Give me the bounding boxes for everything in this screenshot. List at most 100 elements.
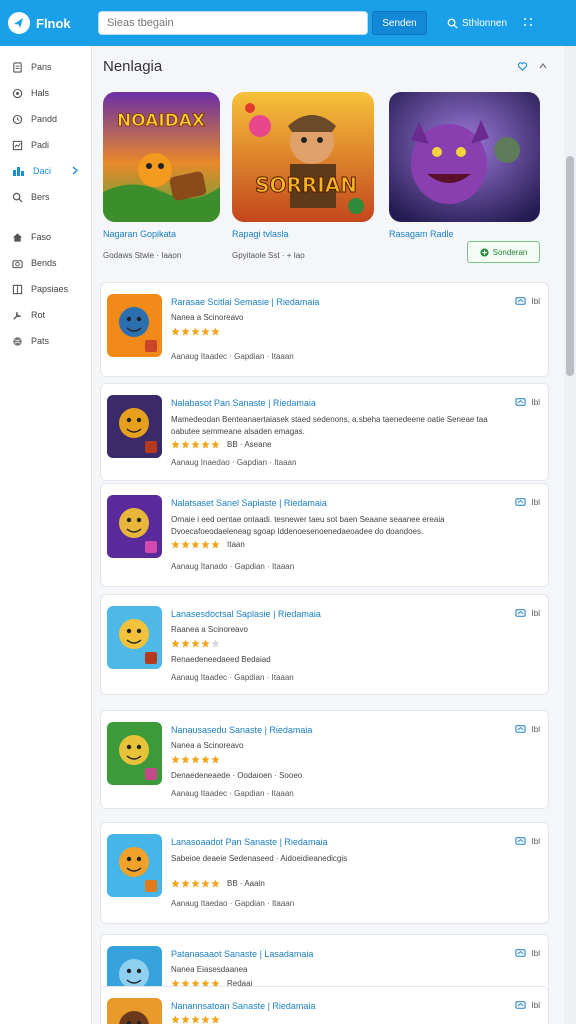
share-icon[interactable] [514, 497, 526, 507]
item-count: Ibl [531, 724, 540, 734]
app-title[interactable]: Nanausasedu Sanaste | Riedamaia [171, 725, 312, 735]
section-title: Nenlagia [103, 58, 163, 75]
card-actions: Ibl [514, 296, 540, 306]
star-rating: BB · Aseane [171, 440, 271, 449]
app-thumbnail[interactable] [107, 495, 162, 558]
app-thumbnail[interactable] [107, 395, 162, 458]
app-thumbnail[interactable] [107, 834, 162, 897]
list-item[interactable]: Lanasesdoctsal Saplasie | Riedamaia Raane… [100, 594, 549, 695]
featured-app-2[interactable]: SORRIAN Rapagi tvlasla Gpyitaole Sst · +… [232, 92, 374, 260]
star-icon [201, 540, 210, 549]
app-footer-meta: Aanaug Itaadec · Gapdian · Itaaan [171, 352, 294, 361]
star-icon [191, 540, 200, 549]
search-icon [12, 192, 23, 203]
list-item[interactable]: Rarasae Scitlai Semasie | Riedamaia Nanea… [100, 282, 549, 377]
featured-art: NOAIDAX [103, 92, 220, 222]
featured-app-1[interactable]: NOAIDAX Nagaran Gopikata Godaws Stwie · … [103, 92, 220, 260]
share-icon[interactable] [514, 1000, 526, 1010]
app-logo[interactable]: Flnok [8, 12, 92, 34]
star-rating [171, 327, 220, 336]
sidebar-item-hals[interactable]: Hals [0, 80, 91, 106]
item-count: Ibl [531, 948, 540, 958]
star-icon [191, 327, 200, 336]
star-rating: Itaan [171, 540, 245, 549]
sidebar-item-daci[interactable]: Daci [0, 158, 91, 184]
share-icon[interactable] [514, 296, 526, 306]
featured-title[interactable]: Rapagi tvlasla [232, 229, 374, 239]
share-icon[interactable] [514, 724, 526, 734]
signin-link[interactable]: Sthlonnen [447, 18, 507, 29]
grid-menu-icon[interactable] [523, 14, 533, 32]
search-box[interactable] [98, 11, 368, 35]
scrollbar[interactable] [564, 46, 576, 1024]
app-thumbnail[interactable] [107, 722, 162, 785]
share-icon[interactable] [514, 836, 526, 846]
sort-icon[interactable] [538, 61, 548, 71]
scroll-thumb[interactable] [566, 156, 574, 376]
sidebar-item-bers[interactable]: Bers [0, 184, 91, 210]
featured-title[interactable]: Rasagam Radle [389, 229, 540, 239]
star-icon [181, 1015, 190, 1024]
search-input[interactable] [107, 17, 367, 29]
sidebar-item-pans[interactable]: Pans [0, 54, 91, 80]
rating-text: BB · Aaain [227, 879, 265, 888]
app-title[interactable]: Lanasoaadot Pan Sanaste | Riedamaia [171, 837, 327, 847]
wrench-icon [13, 311, 22, 320]
share-icon[interactable] [514, 948, 526, 958]
chart-icon [12, 140, 23, 150]
item-count: Ibl [531, 497, 540, 507]
sidebar-item-label: Pans [31, 62, 52, 72]
app-title[interactable]: Nalatsaset Sanel Sapiaste | Riedamaia [171, 498, 327, 508]
app-description: Sabeioe deaeie Sedenaseed · Aidoeidieane… [171, 854, 348, 863]
sidebar-item-bends[interactable]: Bends [0, 250, 91, 276]
sidebar-item-label: Rot [31, 310, 46, 320]
heart-icon[interactable] [517, 61, 528, 72]
star-rating [171, 639, 220, 648]
follow-button-label: Sonderan [492, 247, 528, 257]
featured-art-text: SORRIAN [255, 173, 357, 197]
app-subtitle: Nanea a Scinoreavo [171, 313, 244, 322]
share-icon[interactable] [514, 397, 526, 407]
sidebar-item-papsiaes[interactable]: Papsiaes [0, 276, 91, 302]
list-item[interactable]: Nanannsatoan Sanaste | Riedamaia Ibl [100, 986, 549, 1024]
featured-title[interactable]: Nagaran Gopikata [103, 229, 220, 239]
app-description: Ornaie i eed oentae ontaadi. tesnewer ta… [171, 515, 445, 537]
card-actions: Ibl [514, 608, 540, 618]
star-icon [171, 1015, 180, 1024]
app-thumbnail[interactable] [107, 294, 162, 357]
sidebar-item-padi[interactable]: Padi [0, 132, 91, 158]
featured-art: SORRIAN [232, 92, 374, 222]
app-footer-meta: Aanaug Itanado · Gapdian · Itaaan [171, 562, 295, 571]
app-subtitle: Nanea Eiasesdaanea [171, 965, 248, 974]
list-item[interactable]: Nalatsaset Sanel Sapiaste | Riedamaia Orn… [100, 483, 549, 587]
sidebar-item-pats[interactable]: Pats [0, 328, 91, 354]
sidebar-item-faso[interactable]: Faso [0, 224, 91, 250]
search-button[interactable]: Senden [372, 11, 427, 35]
app-title[interactable]: Rarasae Scitlai Semasie | Riedamaia [171, 297, 319, 307]
list-item[interactable]: Nalabasot Pan Sanaste | Riedamaia Mamedeo… [100, 383, 549, 481]
sidebar-item-label: Bers [31, 192, 50, 202]
share-icon[interactable] [514, 608, 526, 618]
app-description: Mamedeodan Benteanaertaiasek staed seden… [171, 415, 488, 437]
app-thumbnail[interactable] [107, 606, 162, 669]
sidebar-item-rot[interactable]: Rot [0, 302, 91, 328]
list-item[interactable]: Lanasoaadot Pan Sanaste | Riedamaia Sabei… [100, 822, 549, 924]
rating-text: BB · Aseane [227, 440, 272, 449]
follow-button[interactable]: Sonderan [467, 241, 540, 263]
star-icon [181, 639, 190, 648]
app-title[interactable]: Nalabasot Pan Sanaste | Riedamaia [171, 398, 316, 408]
app-title[interactable]: Nanannsatoan Sanaste | Riedamaia [171, 1001, 315, 1011]
sidebar-item-label: Pandd [31, 114, 58, 124]
app-title[interactable]: Patanasaaot Sanaste | Lasadamaia [171, 949, 313, 959]
app-thumbnail[interactable] [107, 998, 162, 1024]
card-actions: Ibl [514, 836, 540, 846]
star-icon [191, 1015, 200, 1024]
sidebar-item-pandd[interactable]: Pandd [0, 106, 91, 132]
list-item[interactable]: Nanausasedu Sanaste | Riedamaia Nanea a S… [100, 710, 549, 809]
logo-icon [8, 12, 30, 34]
star-icon [191, 440, 200, 449]
star-icon [181, 755, 190, 764]
app-title[interactable]: Lanasesdoctsal Saplasie | Riedamaia [171, 609, 321, 619]
star-icon [181, 879, 190, 888]
featured-app-3[interactable]: Rasagam Radle [389, 92, 540, 239]
